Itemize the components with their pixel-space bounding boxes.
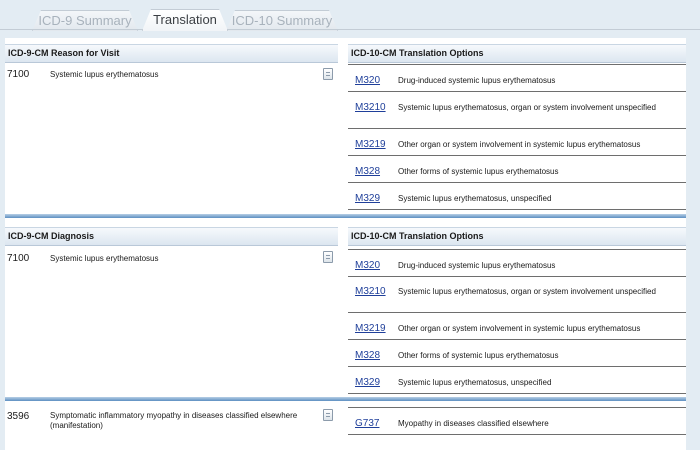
option-row: M3219 Other organ or system involvement … [348, 313, 686, 340]
tab-icd10-summary[interactable]: ICD-10 Summary [226, 10, 338, 31]
tab-icd9-summary[interactable]: ICD-9 Summary [32, 10, 138, 31]
option-code-link[interactable]: M3210 [355, 102, 386, 113]
icd9-description: Symptomatic inflammatory myopathy in dis… [50, 411, 298, 430]
document-icon[interactable] [323, 409, 333, 421]
option-code-link[interactable]: M328 [355, 350, 380, 361]
option-description: Other organ or system involvement in sys… [398, 140, 641, 149]
option-code-link[interactable]: M328 [355, 166, 380, 177]
option-row: M3210 Systemic lupus erythematosus, orga… [348, 92, 686, 129]
option-row: M329 Systemic lupus erythematosus, unspe… [348, 367, 686, 394]
option-description: Systemic lupus erythematosus, organ or s… [398, 287, 656, 296]
translation-options-header: ICD-10-CM Translation Options [348, 227, 686, 246]
document-icon[interactable] [323, 68, 333, 80]
option-code-link[interactable]: M320 [355, 75, 380, 86]
icd9-code: 7100 [7, 69, 30, 80]
option-row: M3219 Other organ or system involvement … [348, 129, 686, 156]
option-description: Systemic lupus erythematosus, organ or s… [398, 103, 656, 112]
option-description: Systemic lupus erythematosus, unspecifie… [398, 378, 552, 387]
option-row: M320 Drug-induced systemic lupus erythem… [348, 249, 686, 277]
option-code-link[interactable]: M320 [355, 260, 380, 271]
option-description: Other forms of systemic lupus erythemato… [398, 351, 559, 360]
option-row: M328 Other forms of systemic lupus eryth… [348, 156, 686, 183]
option-code-link[interactable]: M3210 [355, 286, 386, 297]
option-row: M320 Drug-induced systemic lupus erythem… [348, 64, 686, 92]
option-description: Drug-induced systemic lupus erythematosu… [398, 261, 556, 270]
translation-options-header: ICD-10-CM Translation Options [348, 44, 686, 63]
option-description: Other forms of systemic lupus erythemato… [398, 167, 559, 176]
icd9-code: 3596 [7, 411, 30, 422]
option-description: Drug-induced systemic lupus erythematosu… [398, 76, 556, 85]
option-code-link[interactable]: M329 [355, 193, 380, 204]
option-row: M3210 Systemic lupus erythematosus, orga… [348, 276, 686, 313]
option-row: M329 Systemic lupus erythematosus, unspe… [348, 183, 686, 210]
tab-divider [0, 29, 700, 30]
translation-panel: ICD-9-CM Reason for Visit ICD-10-CM Tran… [5, 38, 686, 450]
icd9-code: 7100 [7, 253, 30, 264]
reason-for-visit-header: ICD-9-CM Reason for Visit [5, 44, 338, 63]
option-code-link[interactable]: M3219 [355, 323, 386, 334]
document-icon[interactable] [323, 251, 333, 263]
option-code-link[interactable]: G737 [355, 418, 379, 429]
section-separator [5, 397, 686, 401]
option-row: M328 Other forms of systemic lupus eryth… [348, 340, 686, 367]
icd9-description: Systemic lupus erythematosus [50, 254, 159, 263]
section-separator [5, 214, 686, 218]
tab-translation[interactable]: Translation [142, 9, 228, 31]
option-description: Systemic lupus erythematosus, unspecifie… [398, 194, 552, 203]
option-description: Myopathy in diseases classified elsewher… [398, 419, 549, 428]
icd9-description: Systemic lupus erythematosus [50, 70, 159, 79]
tab-bar: ICD-9 Summary ICD-10 Summary Translation [0, 0, 700, 30]
option-code-link[interactable]: M3219 [355, 139, 386, 150]
option-code-link[interactable]: M329 [355, 377, 380, 388]
option-row: G737 Myopathy in diseases classified els… [348, 407, 686, 435]
diagnosis-header: ICD-9-CM Diagnosis [5, 227, 338, 246]
option-description: Other organ or system involvement in sys… [398, 324, 641, 333]
